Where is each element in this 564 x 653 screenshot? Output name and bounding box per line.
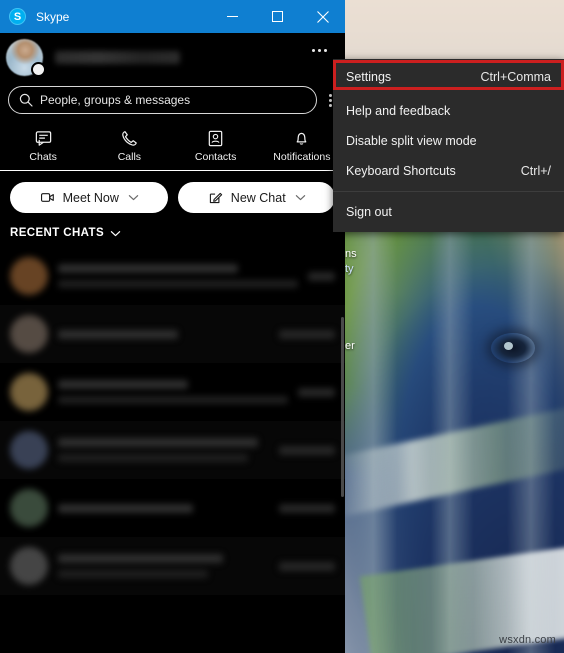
list-item-timestamp — [279, 503, 335, 513]
tab-notifications-label: Notifications — [273, 151, 331, 163]
maximize-button[interactable] — [255, 0, 300, 33]
list-item[interactable] — [0, 363, 345, 421]
background-text-fragment-2: ty — [345, 263, 354, 275]
compose-icon — [209, 192, 222, 204]
bell-icon — [296, 132, 307, 145]
list-item-text — [58, 554, 269, 578]
watermark: wsxdn.com — [499, 634, 556, 646]
meet-now-label: Meet Now — [62, 190, 119, 205]
search-row: People, groups & messages — [0, 82, 345, 118]
recent-chats-list — [0, 247, 345, 595]
painting-eye-detail — [491, 333, 535, 363]
menu-item-sign-out[interactable]: Sign out — [333, 197, 564, 227]
search-input[interactable]: People, groups & messages — [8, 86, 317, 114]
menu-divider — [333, 191, 564, 192]
close-icon — [316, 10, 329, 23]
chevron-down-icon — [128, 195, 139, 201]
list-item-text — [58, 503, 269, 513]
maximize-icon — [272, 11, 283, 22]
skype-logo-icon: S — [9, 8, 26, 25]
search-icon — [19, 93, 33, 107]
list-item-timestamp — [308, 271, 335, 281]
list-item[interactable] — [0, 537, 345, 595]
new-chat-label: New Chat — [230, 190, 286, 205]
tab-chats-label: Chats — [29, 151, 57, 163]
menu-item-disable-split-view-mode-label: Disable split view mode — [346, 134, 477, 148]
menu-item-settings[interactable]: Settings Ctrl+Comma — [333, 62, 564, 92]
more-options-icon[interactable] — [312, 49, 327, 52]
avatar — [10, 257, 48, 295]
tab-chats[interactable]: Chats — [0, 122, 86, 170]
avatar — [10, 373, 48, 411]
close-button[interactable] — [300, 0, 345, 33]
list-item-timestamp — [279, 561, 335, 571]
chat-bubble-icon — [35, 131, 51, 146]
list-item[interactable] — [0, 247, 345, 305]
recent-chats-title: RECENT CHATS — [10, 227, 105, 239]
menu-item-keyboard-shortcuts[interactable]: Keyboard Shortcuts Ctrl+/ — [333, 156, 564, 186]
menu-item-help-and-feedback-label: Help and feedback — [346, 104, 451, 118]
avatar[interactable] — [6, 39, 46, 77]
tab-contacts-label: Contacts — [194, 151, 237, 163]
avatar — [10, 431, 48, 469]
list-item-timestamp — [298, 387, 335, 397]
nav-tabs: Chats Calls Contacts Notifications — [0, 122, 345, 171]
background-text-fragment-1: ns — [345, 248, 357, 260]
menu-item-help-and-feedback[interactable]: Help and feedback — [333, 96, 564, 126]
avatar — [10, 489, 48, 527]
background-text-fragment-3: er — [345, 340, 355, 352]
menu-item-keyboard-shortcuts-accelerator: Ctrl+/ — [520, 164, 551, 178]
chevron-down-icon — [110, 230, 121, 236]
list-item[interactable] — [0, 479, 345, 537]
screenshot-root: ns ty er wsxdn.com S Skype People, group… — [0, 0, 564, 653]
meet-now-button[interactable]: Meet Now — [10, 182, 168, 213]
title-bar: S Skype — [0, 0, 345, 33]
list-item-timestamp — [279, 329, 335, 339]
profile-name-redacted — [55, 51, 180, 64]
recent-chats-header[interactable]: RECENT CHATS — [0, 213, 345, 247]
menu-item-settings-label: Settings — [346, 70, 392, 84]
menu-item-keyboard-shortcuts-label: Keyboard Shortcuts — [346, 164, 456, 178]
menu-item-sign-out-label: Sign out — [346, 205, 392, 219]
list-item[interactable] — [0, 305, 345, 363]
list-item[interactable] — [0, 421, 345, 479]
tab-calls-label: Calls — [117, 151, 142, 163]
menu-item-settings-accelerator: Ctrl+Comma — [480, 70, 552, 84]
video-camera-icon — [40, 193, 54, 202]
profile-row — [0, 33, 345, 82]
options-context-menu: Settings Ctrl+Comma Help and feedback Di… — [333, 59, 564, 232]
list-item-text — [58, 380, 288, 404]
tab-calls[interactable]: Calls — [86, 122, 172, 170]
tab-contacts[interactable]: Contacts — [173, 122, 259, 170]
status-badge — [31, 62, 46, 77]
avatar — [10, 315, 48, 353]
menu-item-disable-split-view-mode[interactable]: Disable split view mode — [333, 126, 564, 156]
minimize-icon — [227, 16, 238, 17]
window-title: Skype — [36, 9, 70, 24]
list-item-text — [58, 264, 298, 288]
chat-list-scrollbar[interactable] — [341, 247, 344, 595]
chevron-down-icon — [295, 195, 305, 201]
minimize-button[interactable] — [210, 0, 255, 33]
avatar — [10, 547, 48, 585]
contact-card-icon — [208, 130, 223, 147]
phone-icon — [122, 131, 137, 146]
skype-window: S Skype People, groups & messages Chats … — [0, 0, 345, 653]
search-placeholder: People, groups & messages — [40, 93, 191, 107]
list-item-text — [58, 438, 269, 462]
new-chat-button[interactable]: New Chat — [177, 182, 335, 213]
action-buttons: Meet Now New Chat — [0, 171, 345, 213]
window-controls — [210, 0, 345, 33]
list-item-timestamp — [279, 445, 335, 455]
list-item-text — [58, 329, 269, 339]
